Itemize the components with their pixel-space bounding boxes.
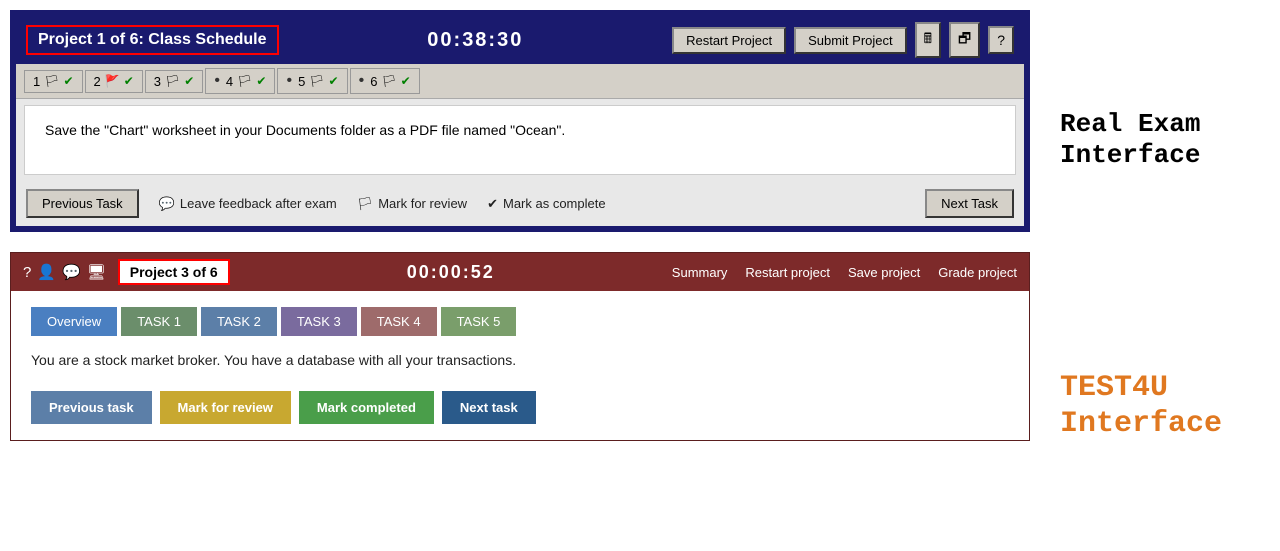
real-exam-label-line2: Interface [1060, 140, 1270, 171]
tab5-label: 5 [298, 74, 305, 89]
tab1-flag-icon: 🏳 [44, 74, 59, 88]
task-tabs-bar: 1 🏳 ✔ 2 🚩 ✔ 3 🏳 ✔ • 4 🏳 [16, 64, 1024, 99]
question-icon: ? [23, 264, 31, 281]
next-task-button[interactable]: Next Task [925, 189, 1014, 218]
test4u-tabs-bar: Overview TASK 1 TASK 2 TASK 3 TASK 4 TAS… [31, 307, 1009, 336]
grade-project-link[interactable]: Grade project [938, 265, 1017, 280]
speech-bubble-icon: 💬 [159, 196, 175, 212]
tab-task1[interactable]: TASK 1 [121, 307, 197, 336]
real-exam-label-line1: Real Exam [1060, 109, 1270, 140]
test4u-label-line2: Interface [1060, 406, 1270, 442]
leave-feedback-label: Leave feedback after exam [180, 196, 337, 211]
tab4-flag-icon: 🏳 [237, 74, 252, 88]
checkmark-complete-icon: ✔ [487, 196, 498, 212]
tab1-label: 1 [33, 74, 40, 89]
task-tab-2[interactable]: 2 🚩 ✔ [85, 70, 143, 93]
test4u-project-label: Project 3 of 6 [118, 259, 230, 285]
previous-task-button[interactable]: Previous Task [26, 189, 139, 218]
tab3-flag-icon: 🏳 [165, 74, 180, 88]
test4u-header-icons: ? 👤 💬 🖥 [23, 263, 106, 281]
tab6-dot: • [359, 72, 365, 90]
tab-overview[interactable]: Overview [31, 307, 117, 336]
real-exam-actions-bar: Previous Task 💬 Leave feedback after exa… [16, 181, 1024, 226]
restart-project-button[interactable]: Restart Project [672, 27, 786, 54]
calculator-icon-button[interactable]: 🖩 [915, 22, 941, 58]
tab6-check-icon: ✔ [401, 74, 411, 88]
real-exam-title: Project 1 of 6: Class Schedule [26, 25, 279, 55]
tab-task3[interactable]: TASK 3 [281, 307, 357, 336]
submit-project-button[interactable]: Submit Project [794, 27, 907, 54]
tab4-check-icon: ✔ [256, 74, 266, 88]
tab6-flag-icon: 🏳 [381, 74, 396, 88]
test4u-header: ? 👤 💬 🖥 Project 3 of 6 00:00:52 Summary … [11, 253, 1029, 291]
tab5-dot: • [286, 72, 292, 90]
task-content-area: Save the "Chart" worksheet in your Docum… [24, 105, 1016, 175]
tab2-label: 2 [94, 74, 101, 89]
test4u-label-line1: TEST4U [1060, 370, 1270, 406]
test4u-panel: ? 👤 💬 🖥 Project 3 of 6 00:00:52 Summary … [10, 252, 1030, 441]
test4u-body: Overview TASK 1 TASK 2 TASK 3 TASK 4 TAS… [11, 291, 1029, 440]
test4u-nav-links: Summary Restart project Save project Gra… [672, 265, 1017, 280]
tab1-check-icon: ✔ [63, 74, 73, 88]
summary-link[interactable]: Summary [672, 265, 728, 280]
test4u-mark-for-review-button[interactable]: Mark for review [160, 391, 291, 424]
test4u-actions-bar: Previous task Mark for review Mark compl… [31, 391, 1009, 424]
restart-project-link[interactable]: Restart project [745, 265, 830, 280]
real-exam-panel: Project 1 of 6: Class Schedule 00:38:30 … [10, 10, 1030, 232]
tab3-check-icon: ✔ [184, 74, 194, 88]
tab4-label: 4 [226, 74, 233, 89]
test4u-previous-task-button[interactable]: Previous task [31, 391, 152, 424]
test4u-content-text: You are a stock market broker. You have … [31, 350, 1009, 371]
tab5-flag-icon: 🏳 [309, 74, 324, 88]
task-tab-4[interactable]: • 4 🏳 ✔ [205, 68, 275, 94]
mark-for-review-link[interactable]: 🏳 Mark for review [357, 196, 467, 212]
tab4-dot: • [214, 72, 220, 90]
tab3-label: 3 [154, 74, 161, 89]
tab2-check-icon: ✔ [124, 74, 134, 88]
real-exam-header-buttons: Restart Project Submit Project 🖩 🗗 ? [672, 22, 1014, 58]
real-exam-timer: 00:38:30 [427, 29, 523, 52]
real-exam-header: Project 1 of 6: Class Schedule 00:38:30 … [16, 16, 1024, 64]
person-icon: 👤 [37, 263, 56, 281]
tab6-label: 6 [370, 74, 377, 89]
save-project-link[interactable]: Save project [848, 265, 920, 280]
flag-review-icon: 🏳 [357, 196, 374, 212]
right-labels-column: Real Exam Interface TEST4U Interface [1030, 10, 1270, 541]
window-icon-button[interactable]: 🗗 [949, 22, 980, 58]
tab2-flag-icon: 🚩 [105, 74, 120, 88]
test4u-mark-completed-button[interactable]: Mark completed [299, 391, 434, 424]
tab-task4[interactable]: TASK 4 [361, 307, 437, 336]
leave-feedback-link[interactable]: 💬 Leave feedback after exam [159, 196, 337, 212]
test4u-next-task-button[interactable]: Next task [442, 391, 536, 424]
tab-task5[interactable]: TASK 5 [441, 307, 517, 336]
mark-as-complete-link[interactable]: ✔ Mark as complete [487, 196, 606, 212]
mark-as-complete-label: Mark as complete [503, 196, 606, 211]
tab5-check-icon: ✔ [329, 74, 339, 88]
help-icon-button[interactable]: ? [988, 26, 1014, 54]
real-exam-label: Real Exam Interface [1060, 109, 1270, 171]
task-tab-1[interactable]: 1 🏳 ✔ [24, 70, 83, 93]
speech-icon: 💬 [62, 263, 81, 281]
mark-for-review-label: Mark for review [378, 196, 467, 211]
task-instruction-text: Save the "Chart" worksheet in your Docum… [45, 122, 565, 138]
test4u-timer: 00:00:52 [242, 262, 660, 283]
monitor-icon: 🖥 [87, 263, 106, 281]
task-tab-6[interactable]: • 6 🏳 ✔ [350, 68, 420, 94]
tab-task2[interactable]: TASK 2 [201, 307, 277, 336]
test4u-label: TEST4U Interface [1060, 370, 1270, 442]
task-tab-3[interactable]: 3 🏳 ✔ [145, 70, 204, 93]
task-tab-5[interactable]: • 5 🏳 ✔ [277, 68, 347, 94]
